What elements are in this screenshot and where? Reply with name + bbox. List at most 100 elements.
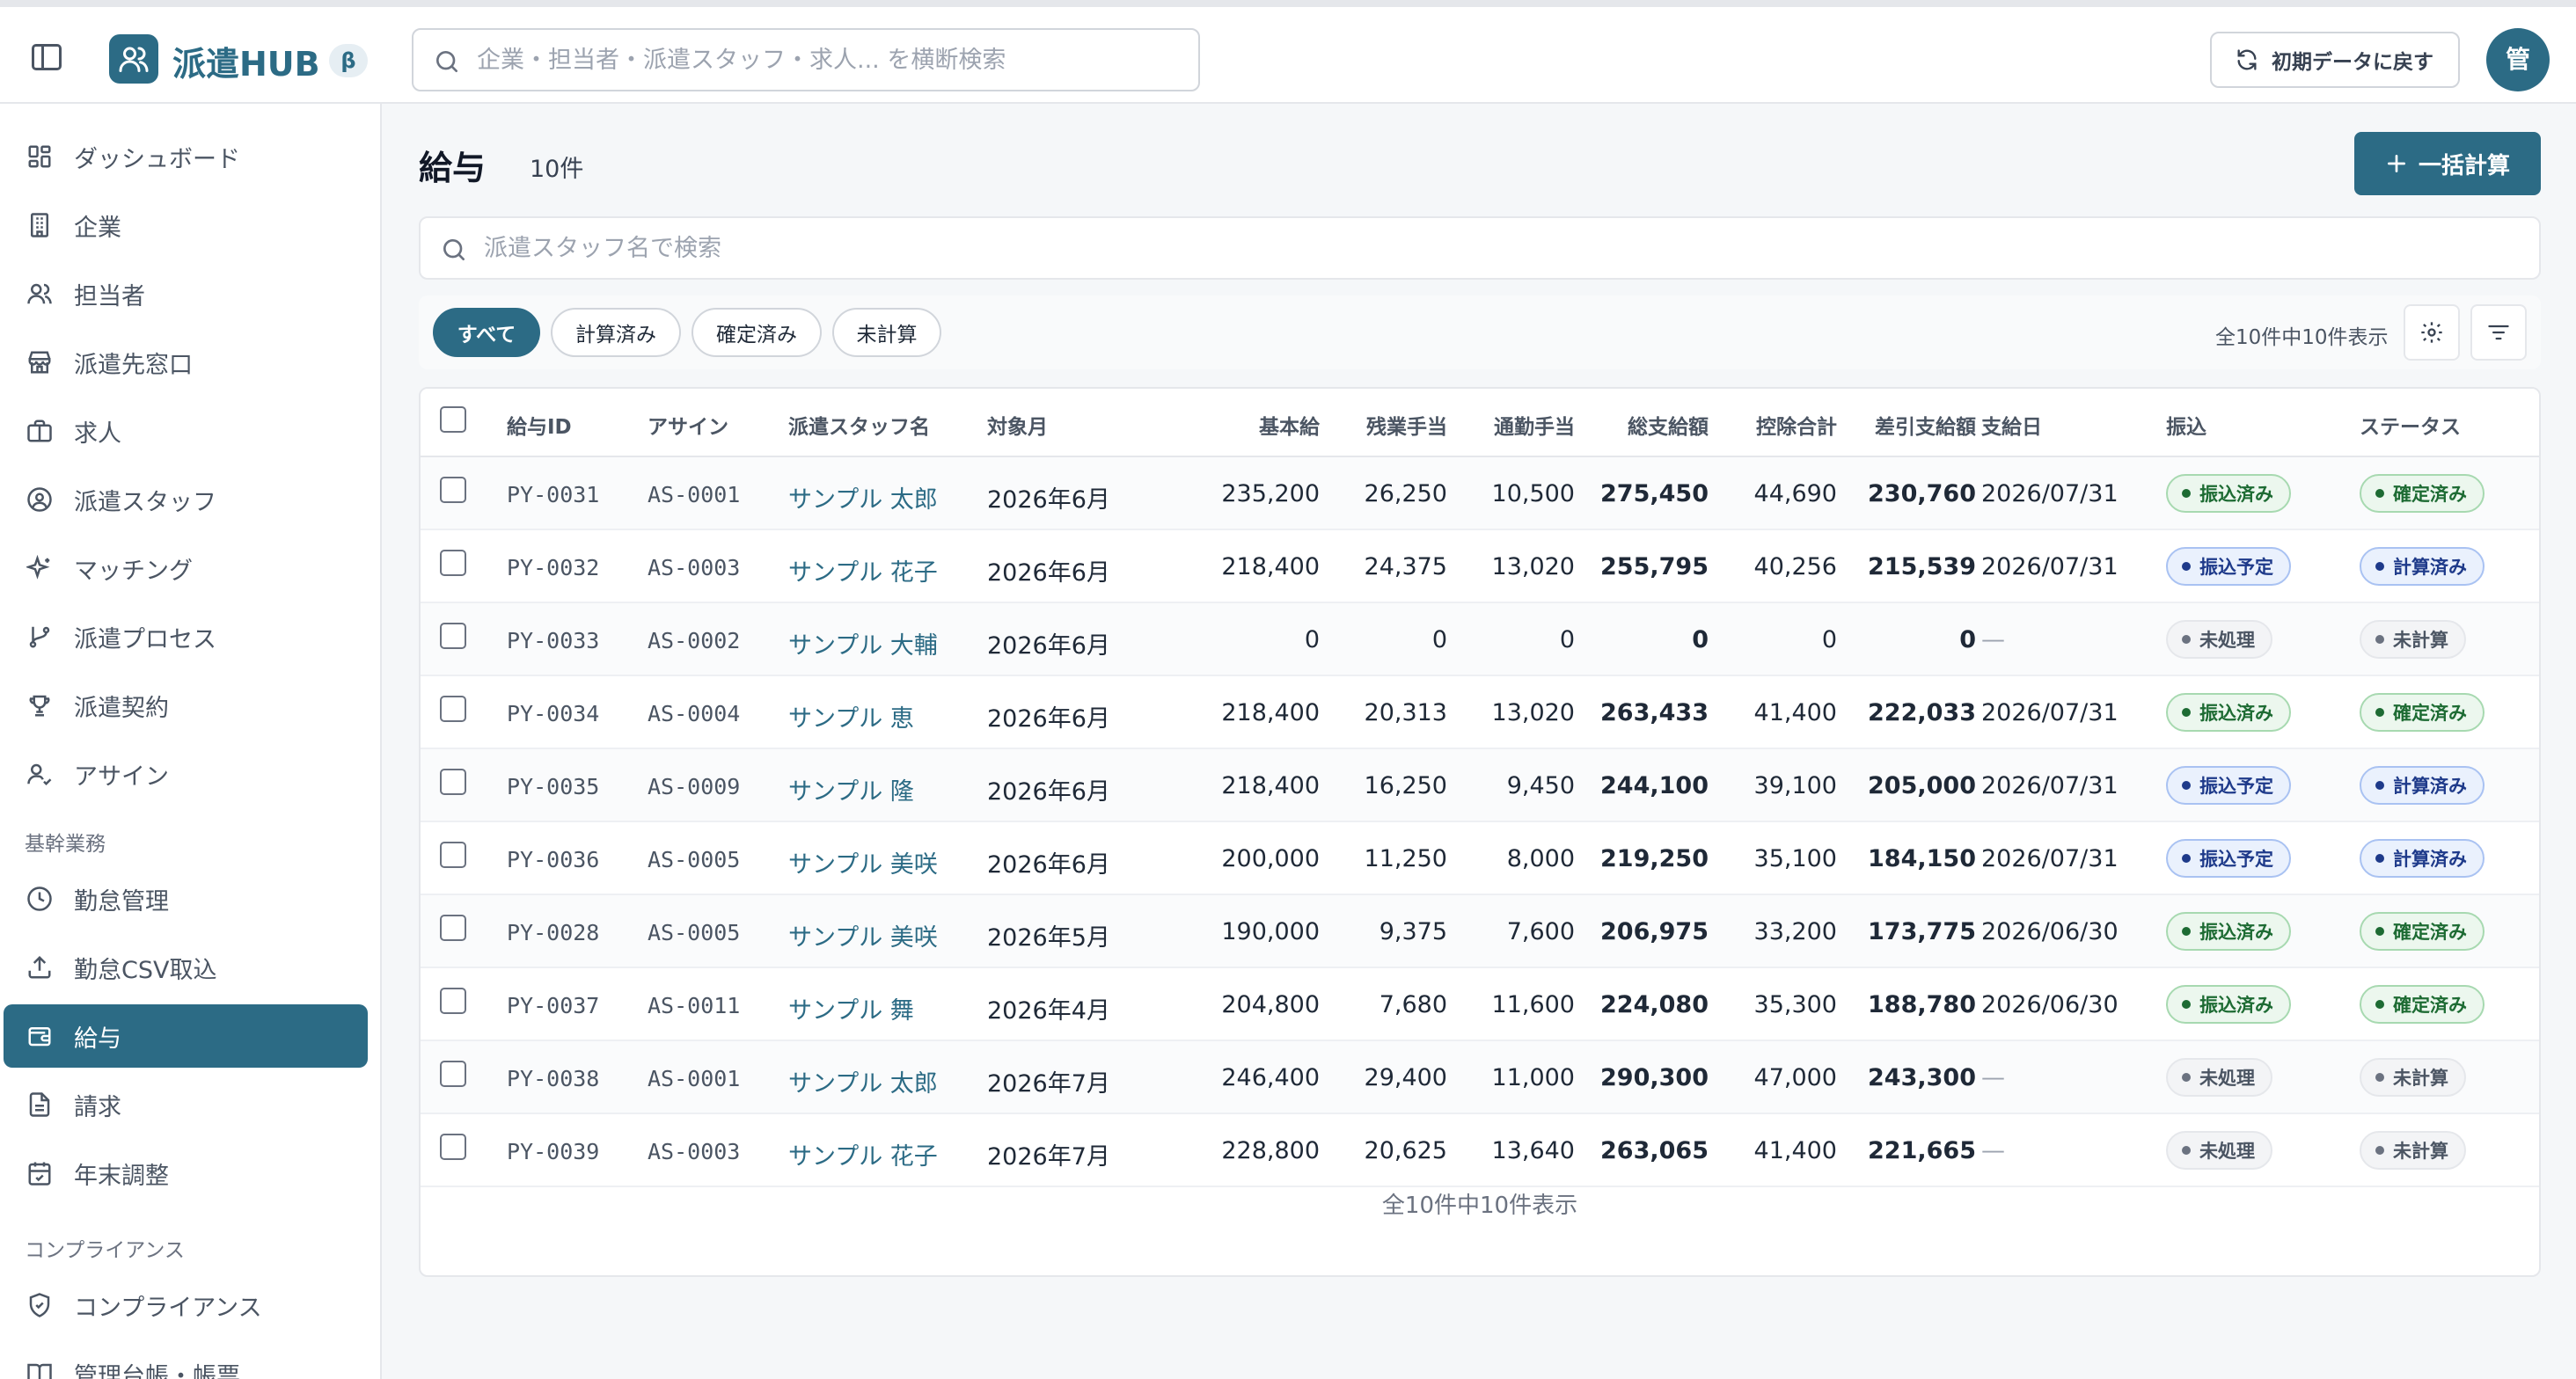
row-checkbox[interactable] — [440, 696, 466, 722]
cell-staff[interactable]: サンプル 美咲 — [788, 845, 938, 879]
cell-paydate: — — [1981, 626, 2005, 653]
cell-id: PY-0028 — [507, 920, 600, 945]
column-header[interactable]: 対象月 — [987, 410, 1048, 440]
column-header[interactable]: 派遣スタッフ名 — [788, 410, 930, 440]
cell-overtime: 7,680 — [1379, 991, 1447, 1018]
reset-data-button[interactable]: 初期データに戻す — [2210, 32, 2460, 88]
cell-paydate: — — [1981, 1137, 2005, 1164]
column-header[interactable]: アサイン — [648, 410, 728, 440]
cell-base: 246,400 — [1221, 1064, 1320, 1091]
column-header[interactable]: 通勤手当 — [1494, 410, 1575, 440]
cell-staff[interactable]: サンプル 太郎 — [788, 1064, 938, 1098]
settings-button[interactable] — [2404, 304, 2460, 361]
cell-deduct: 40,256 — [1753, 553, 1837, 580]
filter-chip-calculated[interactable]: 計算済み — [551, 308, 681, 357]
avatar[interactable]: 管 — [2486, 28, 2550, 91]
select-all-checkbox[interactable] — [440, 406, 466, 433]
sidebar-item-contracts[interactable]: 派遣契約 — [4, 674, 368, 737]
transfer-badge: 振込予定 — [2166, 766, 2291, 805]
sidebar-toggle-icon[interactable] — [32, 44, 62, 70]
sidebar-item-payroll[interactable]: 給与 — [4, 1004, 368, 1068]
cell-staff[interactable]: サンプル 隆 — [788, 772, 914, 806]
row-checkbox[interactable] — [440, 842, 466, 868]
column-header[interactable]: 振込 — [2166, 410, 2206, 440]
column-header[interactable]: 控除合計 — [1756, 410, 1837, 440]
table-row[interactable]: PY-0035 AS-0009 サンプル 隆 2026年6月 218,400 16,250… — [421, 749, 2539, 822]
cell-staff[interactable]: サンプル 花子 — [788, 553, 938, 587]
row-checkbox[interactable] — [440, 550, 466, 576]
cell-paydate: 2026/06/30 — [1981, 918, 2119, 945]
column-header[interactable]: 支給日 — [1981, 410, 2042, 440]
bulk-calculate-button[interactable]: 一括計算 — [2354, 132, 2541, 195]
cell-staff[interactable]: サンプル 花子 — [788, 1137, 938, 1171]
cell-commute: 13,640 — [1491, 1137, 1575, 1164]
sidebar-item-attendance-csv[interactable]: 勤怠CSV取込 — [4, 936, 368, 999]
cell-base: 0 — [1304, 626, 1320, 653]
sidebar-item-year-end[interactable]: 年末調整 — [4, 1142, 368, 1205]
row-checkbox[interactable] — [440, 623, 466, 649]
table-row[interactable]: PY-0033 AS-0002 サンプル 大輔 2026年6月 0 0 0 0 0 0— 未処理 未計… — [421, 603, 2539, 676]
column-header[interactable]: 総支給額 — [1628, 410, 1709, 440]
sidebar-item-companies[interactable]: 企業 — [4, 193, 368, 257]
staff-search-input[interactable] — [484, 229, 2507, 267]
global-search-input[interactable] — [477, 40, 1181, 79]
status-badge-label: 未計算 — [2393, 1068, 2448, 1089]
table-row[interactable]: PY-0037 AS-0011 サンプル 舞 2026年4月 204,800 7,680 1… — [421, 968, 2539, 1041]
column-header[interactable]: 基本給 — [1259, 410, 1320, 440]
sidebar-item-contacts[interactable]: 担当者 — [4, 262, 368, 325]
sidebar-item-ledger[interactable]: 管理台帳・帳票 — [4, 1342, 368, 1379]
sidebar-item-dashboard[interactable]: ダッシュボード — [4, 125, 368, 188]
table-row[interactable]: PY-0028 AS-0005 サンプル 美咲 2026年5月 190,000 9,375… — [421, 895, 2539, 968]
cell-staff[interactable]: サンプル 美咲 — [788, 918, 938, 952]
table-row[interactable]: PY-0032 AS-0003 サンプル 花子 2026年6月 218,400 24,37… — [421, 530, 2539, 603]
filter-chip-all[interactable]: すべて — [433, 308, 540, 357]
staff-search[interactable] — [419, 216, 2541, 280]
briefcase-icon — [27, 420, 52, 442]
column-header[interactable]: 残業手当 — [1366, 410, 1447, 440]
row-checkbox[interactable] — [440, 1134, 466, 1160]
row-checkbox[interactable] — [440, 1061, 466, 1087]
sidebar-item-staff[interactable]: 派遣スタッフ — [4, 468, 368, 531]
sidebar-item-compliance[interactable]: コンプライアンス — [4, 1273, 368, 1337]
cell-commute: 10,500 — [1491, 480, 1575, 507]
sidebar-item-attendance[interactable]: 勤怠管理 — [4, 867, 368, 930]
cell-staff[interactable]: サンプル 大輔 — [788, 626, 938, 660]
filter-chip-confirmed[interactable]: 確定済み — [692, 308, 822, 357]
row-checkbox[interactable] — [440, 769, 466, 795]
sidebar-item-billing[interactable]: 請求 — [4, 1073, 368, 1136]
cell-overtime: 20,625 — [1364, 1137, 1447, 1164]
table-row[interactable]: PY-0031 AS-0001 サンプル 太郎 2026年6月 235,200 26,25… — [421, 457, 2539, 530]
sidebar: ダッシュボード 企業 担当者 派遣先窓口 求人 派遣スタッフ マッチング 派遣プ… — [0, 104, 382, 1379]
column-header[interactable]: 差引支給額 — [1875, 410, 1976, 440]
cell-base: 218,400 — [1221, 699, 1320, 726]
global-search[interactable] — [412, 28, 1200, 91]
cell-staff[interactable]: サンプル 舞 — [788, 991, 914, 1025]
status-badge: 計算済み — [2360, 547, 2485, 586]
sidebar-item-assignments[interactable]: アサイン — [4, 742, 368, 806]
table-row[interactable]: PY-0038 AS-0001 サンプル 太郎 2026年7月 246,400 29,40… — [421, 1041, 2539, 1114]
sidebar-item-process[interactable]: 派遣プロセス — [4, 605, 368, 668]
cell-staff[interactable]: サンプル 恵 — [788, 699, 914, 733]
sidebar-item-label: 派遣スタッフ — [74, 488, 216, 516]
row-checkbox[interactable] — [440, 988, 466, 1014]
column-header[interactable]: ステータス — [2360, 410, 2461, 440]
column-header[interactable]: 給与ID — [507, 410, 572, 440]
filter-button[interactable] — [2470, 304, 2527, 361]
cell-gross: 0 — [1692, 626, 1709, 653]
sidebar-item-client-contacts[interactable]: 派遣先窓口 — [4, 331, 368, 394]
sidebar-item-matching[interactable]: マッチング — [4, 536, 368, 600]
sidebar-item-jobs[interactable]: 求人 — [4, 399, 368, 463]
row-checkbox[interactable] — [440, 477, 466, 503]
table-row[interactable]: PY-0039 AS-0003 サンプル 花子 2026年7月 228,800 20,62… — [421, 1114, 2539, 1187]
status-dot-icon — [2182, 1000, 2191, 1009]
row-checkbox[interactable] — [440, 915, 466, 941]
cell-overtime: 0 — [1431, 626, 1447, 653]
transfer-badge-label: 振込済み — [2199, 922, 2273, 943]
sidebar-item-label: 派遣先窓口 — [74, 351, 193, 379]
filter-chip-uncalculated[interactable]: 未計算 — [832, 308, 941, 357]
sidebar-item-label: 管理台帳・帳票 — [74, 1362, 240, 1379]
table-row[interactable]: PY-0036 AS-0005 サンプル 美咲 2026年6月 200,000 11,25… — [421, 822, 2539, 895]
table-row[interactable]: PY-0034 AS-0004 サンプル 恵 2026年6月 218,400 20,313… — [421, 676, 2539, 749]
cell-staff[interactable]: サンプル 太郎 — [788, 480, 938, 514]
cell-month: 2026年7月 — [987, 1143, 1110, 1171]
